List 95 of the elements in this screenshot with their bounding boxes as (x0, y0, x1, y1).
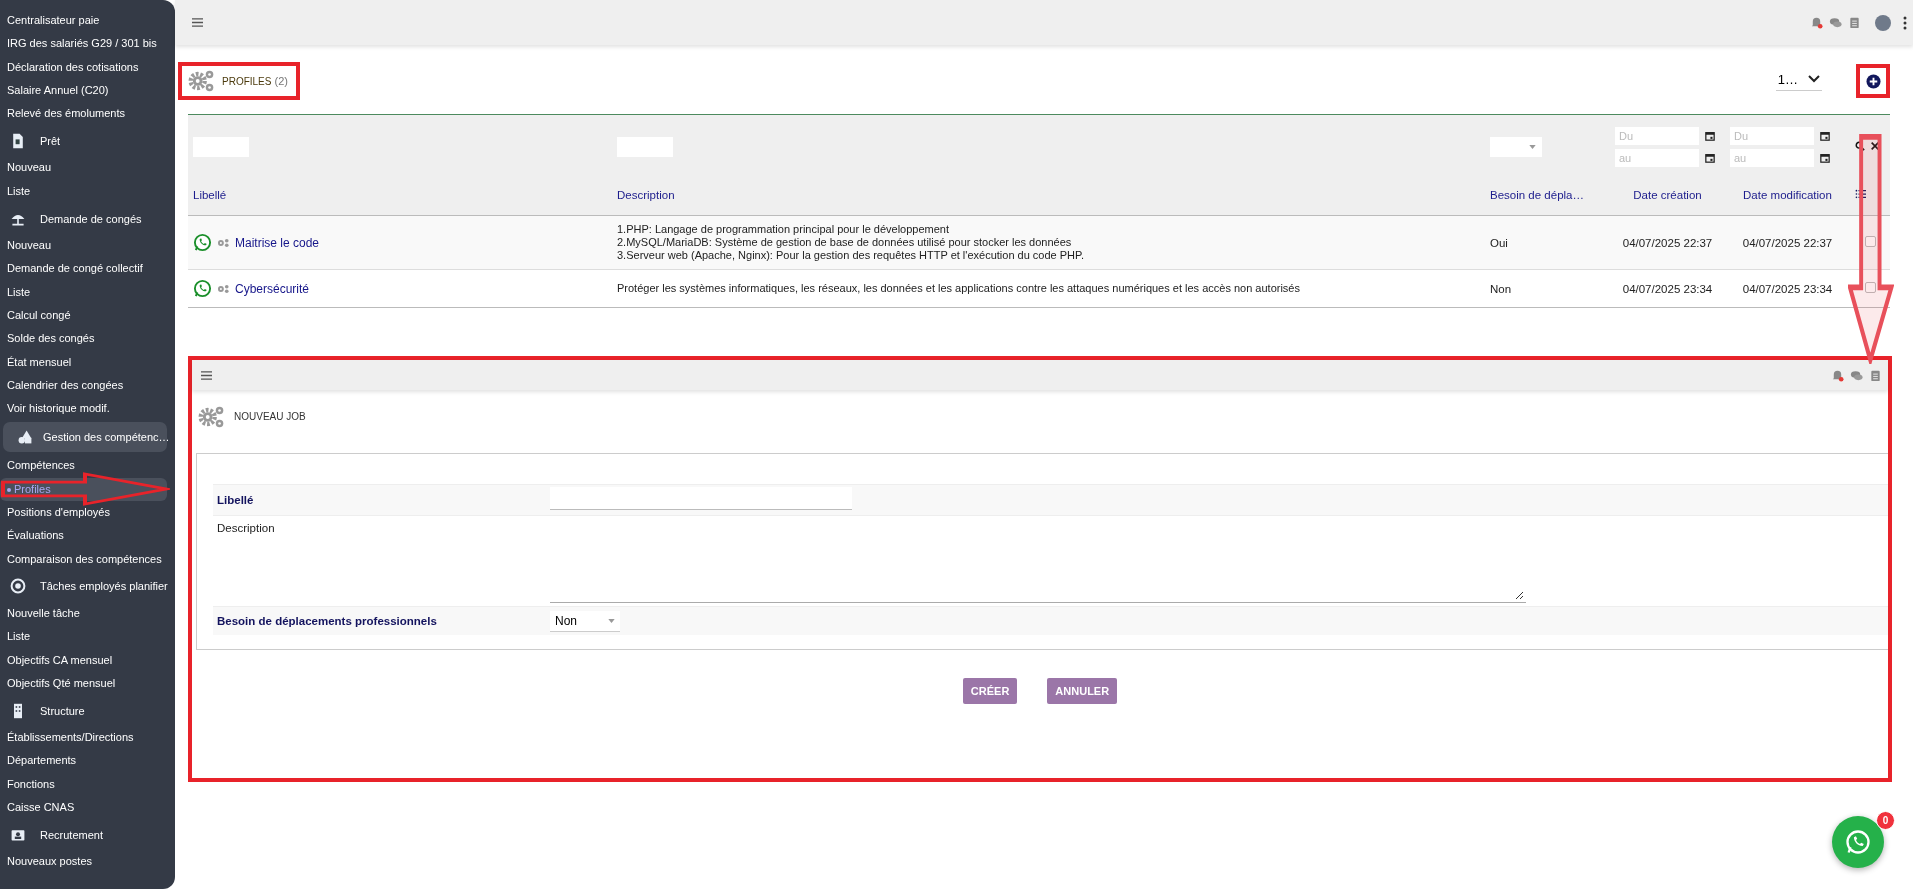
sidebar-item[interactable]: État mensuel (0, 350, 167, 374)
gears-icon (217, 237, 230, 248)
sidebar-item[interactable]: IRG des salariés G29 / 301 bis (0, 32, 167, 56)
caret-icon (1529, 145, 1536, 149)
sidebar-section[interactable]: Structure (40, 704, 85, 717)
sidebar-item[interactable]: Compétences (0, 454, 167, 478)
resize-grip-icon[interactable] (1514, 590, 1524, 600)
caret-icon (608, 618, 615, 623)
table-cell: 1.PHP: Langage de programmation principal pour le développement 2.MySQL/MariaDB: Système de gestion de base de données utilisé pour stocker les données 3.Serveur web (Apache, Nginx): Pour la gestion des requêtes HTTP et l'exécution du code PHP. (612, 215, 1485, 270)
input-field[interactable] (550, 487, 852, 510)
sidebar-item[interactable]: Nouveau (0, 156, 167, 180)
whatsapp-icon (1844, 828, 1872, 856)
gears-icon (188, 69, 216, 93)
menu-icon[interactable] (200, 369, 213, 381)
document-icon (10, 133, 26, 149)
sidebar-item[interactable]: Comparaison des compétences (0, 547, 167, 571)
whatsapp-button[interactable] (1832, 816, 1884, 868)
chat-icon[interactable] (1829, 16, 1842, 29)
whatsapp-icon[interactable] (193, 233, 212, 252)
profile-link[interactable]: Cybersécurité (235, 281, 310, 296)
form-title: NOUVEAU JOB (234, 411, 306, 422)
sidebar-item[interactable]: Liste (0, 179, 167, 204)
row-checkbox[interactable] (1865, 236, 1876, 247)
calendar-icon[interactable] (1705, 131, 1715, 141)
sidebar-item[interactable]: Calcul congé (0, 303, 167, 328)
add-button[interactable] (1856, 64, 1890, 98)
table-cell: Protéger les systèmes informatiques, les réseaux, les données et les applications contre les attaques numériques et les accès non autorisés (612, 269, 1485, 308)
column-header[interactable]: Date création (1633, 189, 1702, 201)
profile-link[interactable]: Maitrise le code (235, 235, 320, 250)
cancel-button[interactable]: ANNULER (1047, 678, 1118, 704)
sidebar-item[interactable]: Évaluations (0, 524, 167, 548)
sidebar-item[interactable]: Départements (0, 749, 167, 773)
plus-circle-icon (1865, 73, 1881, 89)
calendar-icon[interactable] (1820, 153, 1830, 163)
clipboard-icon[interactable] (1869, 368, 1882, 382)
page-size-select[interactable]: 1… (1775, 71, 1822, 91)
sidebar-section[interactable]: Recrutement (40, 828, 103, 841)
sidebar-item[interactable]: Nouveau (0, 234, 167, 258)
dropdown[interactable]: Non (550, 610, 620, 632)
calendar-icon[interactable] (1820, 131, 1830, 141)
sidebar-section[interactable]: Tâches employés planifier (40, 580, 168, 593)
close-icon[interactable] (1870, 141, 1880, 151)
bell-icon[interactable] (1810, 16, 1823, 29)
page-title: PROFILES (222, 75, 272, 87)
sidebar-section[interactable]: Demande de congés (40, 212, 142, 225)
sidebar-item[interactable]: Relevé des émoluments (0, 102, 167, 126)
list-icon[interactable] (1855, 189, 1867, 199)
sidebar-item[interactable]: Voir historique modif. (0, 397, 167, 421)
table-cell: Non (1485, 269, 1610, 308)
sidebar-item[interactable]: Déclaration des cotisations (0, 55, 167, 79)
target-icon (10, 578, 26, 595)
chevron-down-icon (1808, 75, 1820, 83)
sidebar-item[interactable]: Fonctions (0, 772, 167, 796)
sidebar-item[interactable]: Demande de congé collectif (0, 257, 167, 281)
gears-icon (198, 404, 226, 429)
field-label: Libellé (216, 493, 255, 508)
table-cell: 04/07/2025 22:37 (1725, 215, 1850, 270)
sidebar-group[interactable]: Gestion des compétenc… (3, 422, 167, 453)
shapes-icon (17, 429, 33, 446)
row-checkbox[interactable] (1865, 282, 1876, 293)
table-cell: 04/07/2025 23:34 (1725, 269, 1850, 308)
sidebar-item[interactable]: Calendrier des congées (0, 373, 167, 398)
field-label: Besoin de déplacements professionnels (216, 614, 438, 629)
menu-icon[interactable] (191, 17, 204, 28)
sidebar-item[interactable]: Liste (0, 280, 167, 304)
table-cell: Oui (1485, 215, 1610, 270)
column-header[interactable]: Libellé (193, 189, 227, 201)
chat-icon[interactable] (1850, 368, 1863, 382)
sidebar-item[interactable]: Salaire Annuel (C20) (0, 78, 167, 103)
sidebar-item[interactable]: Centralisateur paie (0, 9, 167, 33)
table-cell: 04/07/2025 22:37 (1610, 215, 1725, 270)
sidebar-item[interactable]: Caisse CNAS (0, 796, 167, 820)
clipboard-icon[interactable] (1848, 16, 1861, 29)
sidebar-item[interactable]: Objectifs Qté mensuel (0, 671, 167, 696)
notification-badge: 0 (1876, 811, 1895, 830)
sidebar-item[interactable]: Positions d'employés (0, 501, 167, 525)
gears-icon (217, 283, 230, 294)
sidebar-item[interactable]: Objectifs CA mensuel (0, 648, 167, 672)
sidebar-item[interactable]: Solde des congés (0, 327, 167, 351)
sidebar-item[interactable]: Nouvelle tâche (0, 601, 167, 626)
search-icon[interactable] (1855, 141, 1865, 151)
sidebar-item[interactable]: Établissements/Directions (0, 726, 167, 750)
whatsapp-icon[interactable] (193, 279, 212, 298)
record-count: (2) (274, 75, 288, 87)
column-header[interactable]: Description (617, 189, 675, 201)
sidebar-item[interactable]: Nouveaux postes (0, 850, 167, 874)
avatar[interactable] (1875, 14, 1891, 31)
create-button[interactable]: CRÉER (962, 678, 1018, 704)
sidebar-section[interactable]: Prêt (40, 135, 61, 147)
table-cell: 04/07/2025 23:34 (1610, 269, 1725, 308)
sidebar-item[interactable]: Liste (0, 625, 167, 649)
calendar-icon[interactable] (1705, 153, 1715, 163)
bell-icon[interactable] (1831, 368, 1844, 382)
field-label: Description (216, 521, 276, 536)
more-icon[interactable] (1903, 15, 1907, 30)
